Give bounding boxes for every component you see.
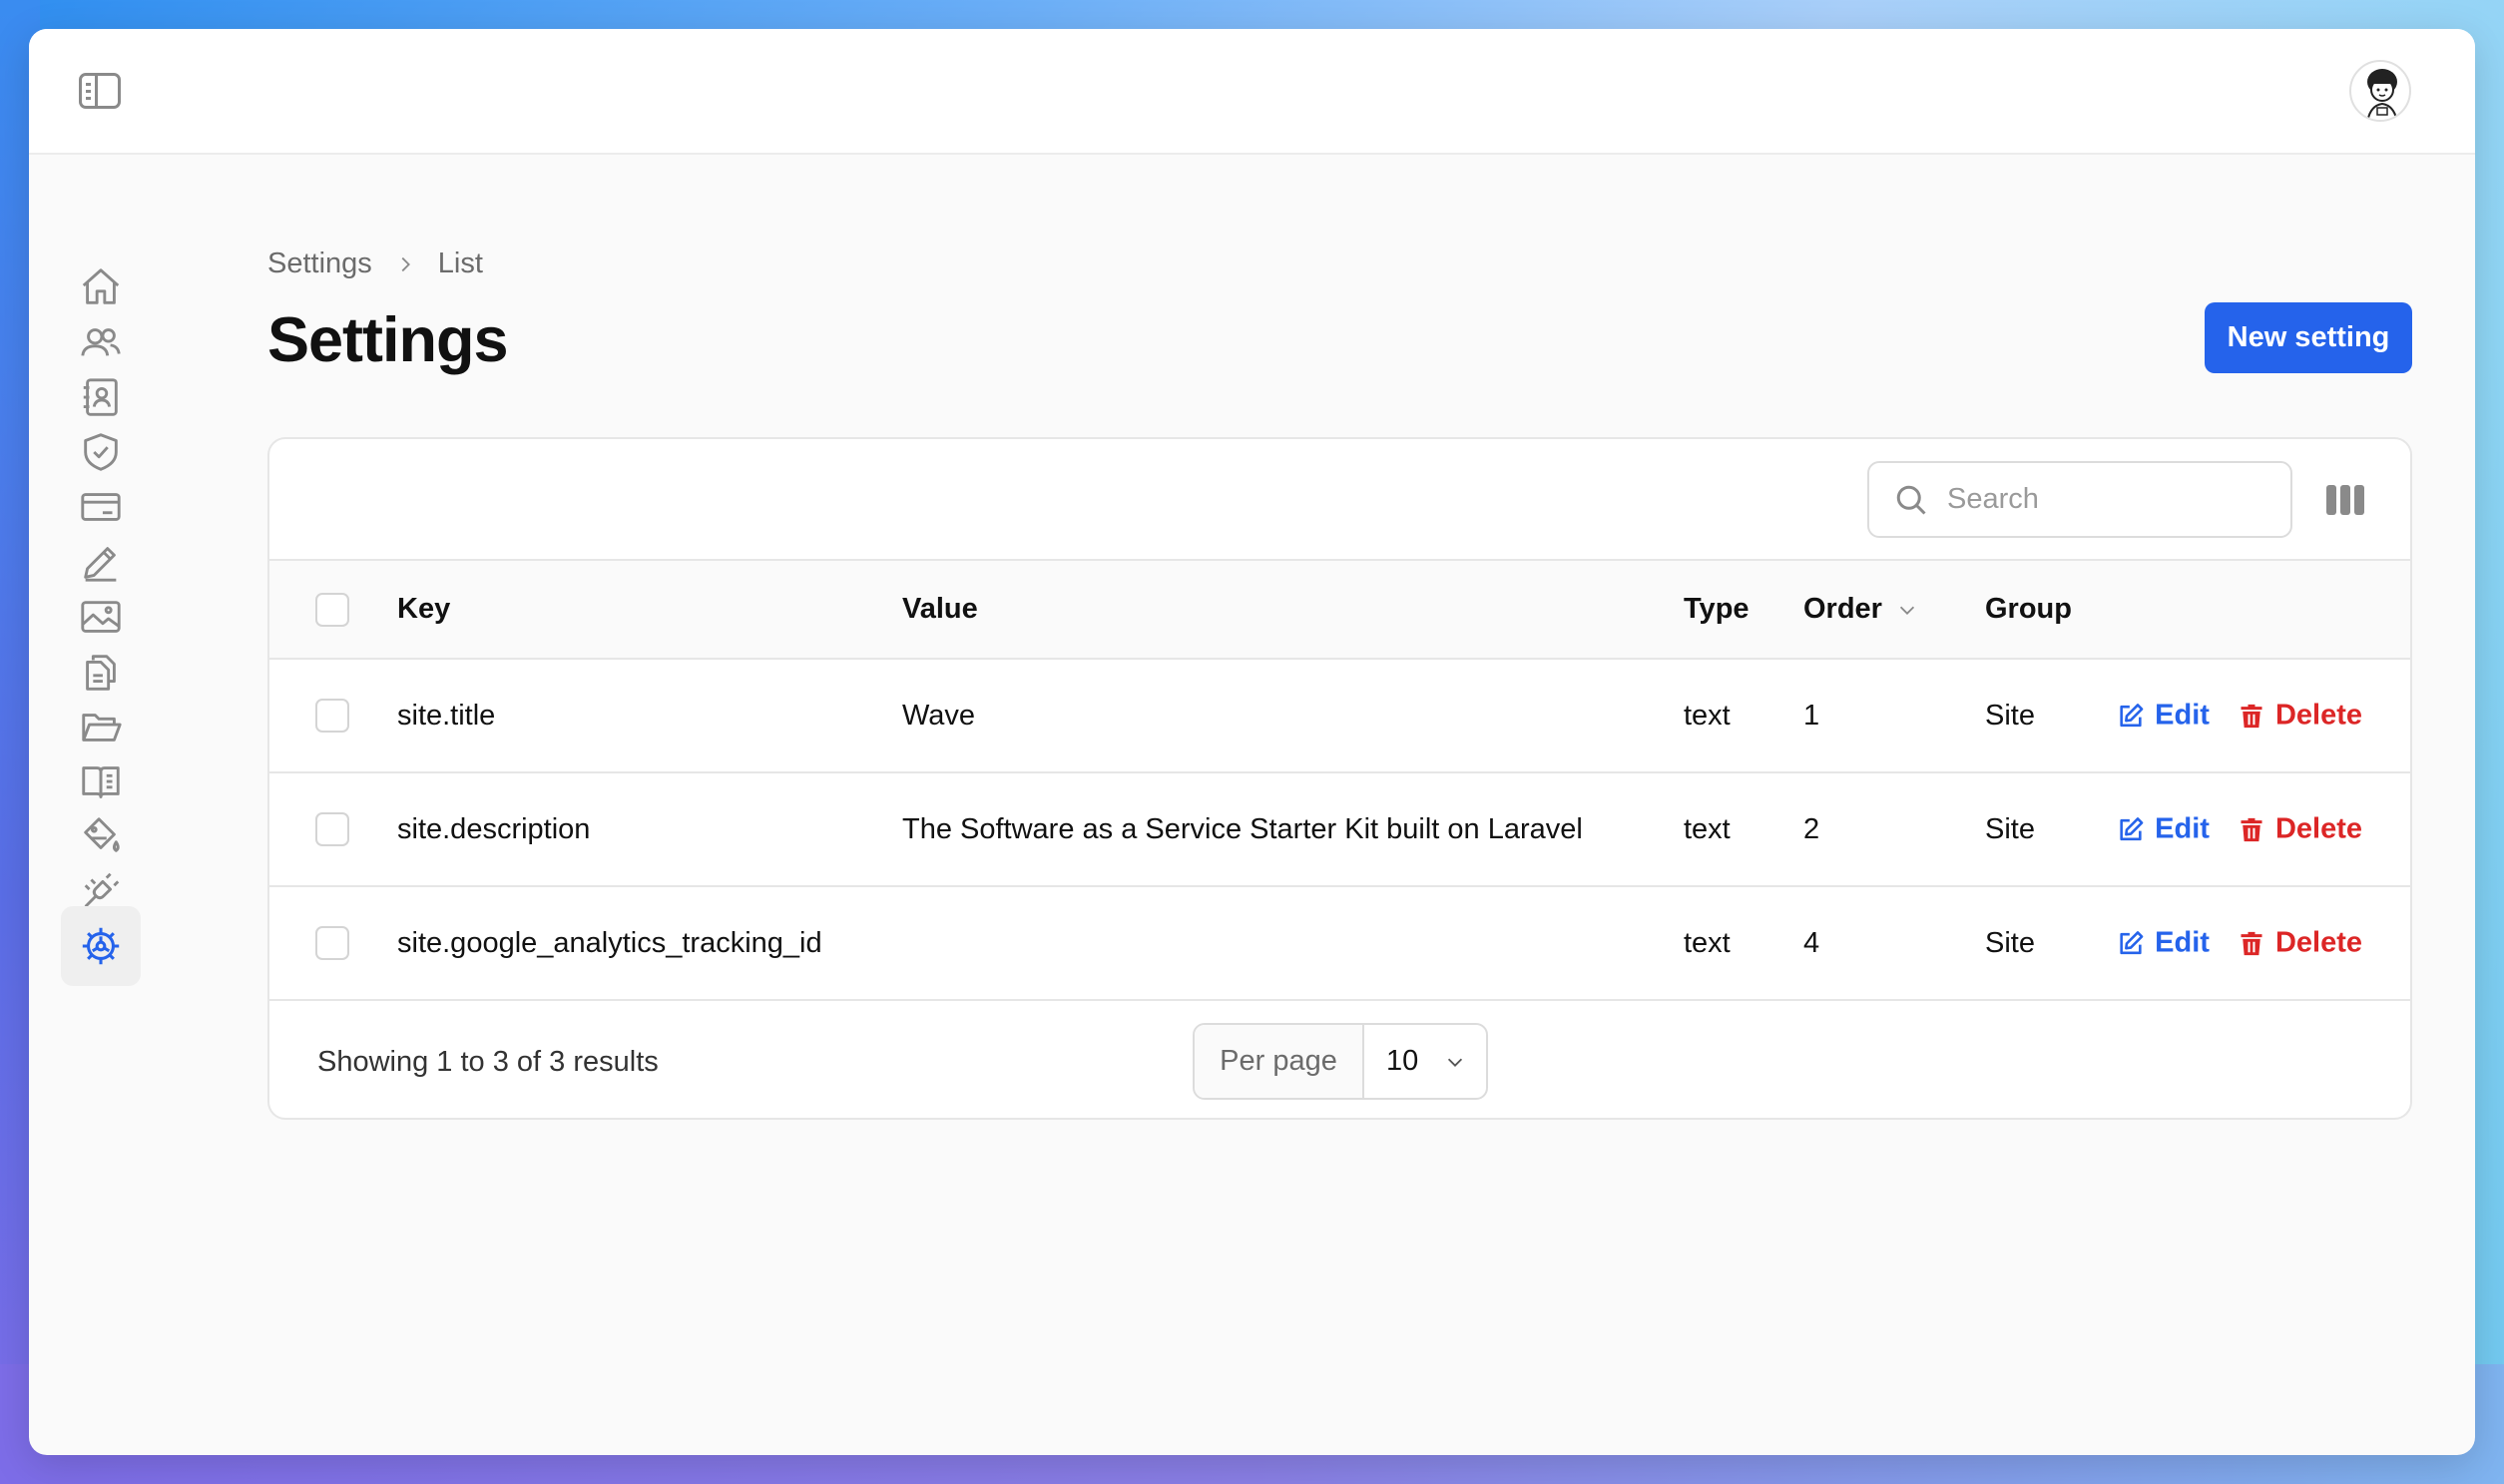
page-title: Settings [267,305,509,375]
trash-icon [2241,817,2262,841]
column-header-group: Group [1985,593,2072,625]
edit-button[interactable]: Edit [2117,927,2210,960]
search-box[interactable] [1867,461,2292,538]
cell-value [902,886,1684,1000]
edit-button[interactable]: Edit [2117,813,2210,846]
sidebar [29,155,179,1455]
cell-order: 1 [1803,699,1820,732]
table-row: site.google_analytics_tracking_id text 4… [269,886,2410,1000]
app-window: Settings List Settings New setting Searc… [29,29,2475,1455]
breadcrumb-settings-link[interactable]: Settings [267,247,372,280]
gear-icon [82,927,120,965]
chevron-down-icon [1448,1058,1463,1067]
edit-icon [2120,816,2144,840]
edit-label: Edit [2155,926,2210,959]
trash-icon [2241,931,2262,955]
table-row: site.description The Software as a Servi… [269,772,2410,886]
row-checkbox[interactable] [315,699,349,734]
delete-button[interactable]: Delete [2238,813,2362,846]
per-page-value: 10 [1386,1045,1419,1077]
delete-button[interactable]: Delete [2238,927,2362,960]
table-footer: Showing 1 to 3 of 3 results Per page 10 [269,1001,2410,1118]
sidebar-item-settings[interactable] [61,906,141,986]
settings-table: Key Value Type Order Group site.title Wa… [269,561,2410,1001]
cell-order: 2 [1803,812,1820,845]
select-all-checkbox[interactable] [315,592,349,627]
column-header-order[interactable]: Order [1803,593,1918,626]
top-bar [29,29,2475,155]
new-setting-button[interactable]: New setting [2205,302,2412,373]
order-header-label: Order [1803,593,1882,625]
cell-type: text [1684,699,1731,732]
table-row: site.title Wave text 1 Site Edit Delete [269,659,2410,772]
chevron-right-icon [394,253,416,275]
cell-type: text [1684,926,1731,959]
delete-label: Delete [2274,812,2362,845]
row-checkbox[interactable] [315,926,349,961]
per-page-label: Per page [1195,1025,1364,1098]
avatar[interactable] [2349,60,2411,122]
breadcrumb-current: List [437,247,483,279]
chevron-down-icon [1899,606,1915,615]
edit-label: Edit [2155,699,2210,732]
sidebar-toggle-icon[interactable] [79,73,121,109]
table-header-row: Key Value Type Order Group [269,561,2410,659]
cell-key: site.title [397,699,496,732]
cell-value: Wave [902,699,976,732]
settings-table-card: Key Value Type Order Group [267,437,2412,1120]
edit-icon [2120,703,2144,727]
delete-label: Delete [2274,926,2362,959]
columns-toggle-icon[interactable] [2326,485,2364,515]
cell-key: site.google_analytics_tracking_id [397,926,822,959]
cell-order: 4 [1803,926,1820,959]
delete-button[interactable]: Delete [2238,700,2362,733]
breadcrumb: Settings List [267,247,483,280]
column-header-value: Value [902,593,978,625]
per-page-control: Per page 10 [1193,1023,1488,1100]
row-checkbox[interactable] [315,812,349,847]
cell-type: text [1684,812,1731,845]
edit-button[interactable]: Edit [2117,700,2210,733]
column-header-key: Key [397,593,451,625]
column-header-type: Type [1684,593,1750,625]
trash-icon [2241,704,2262,728]
results-summary: Showing 1 to 3 of 3 results [317,1046,659,1078]
edit-label: Edit [2155,812,2210,845]
cell-value: The Software as a Service Starter Kit bu… [902,812,1583,845]
cell-key: site.description [397,812,591,845]
search-input[interactable] [1947,483,2266,516]
edit-icon [2120,930,2144,954]
delete-label: Delete [2274,699,2362,732]
per-page-select[interactable]: 10 [1364,1025,1486,1098]
search-icon [1896,485,1926,515]
table-toolbar [269,439,2410,561]
